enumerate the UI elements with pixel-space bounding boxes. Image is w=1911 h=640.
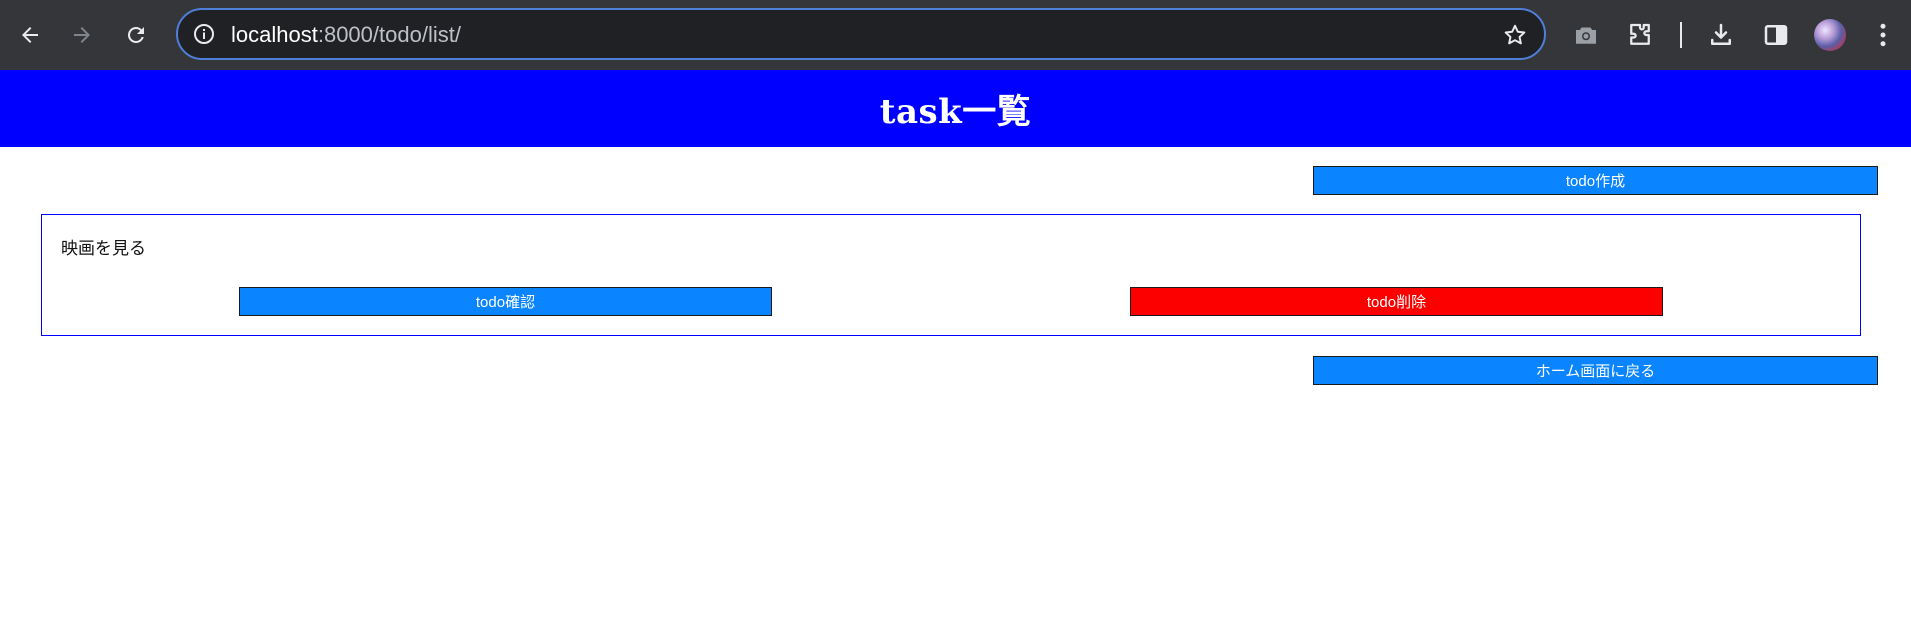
- bookmark-star-icon[interactable]: [1502, 22, 1528, 48]
- todo-delete-button[interactable]: todo削除: [1130, 287, 1663, 316]
- url-host: localhost: [231, 22, 318, 47]
- todo-title: 映画を見る: [61, 239, 146, 259]
- todo-detail-button[interactable]: todo確認: [239, 287, 772, 316]
- todo-card: 映画を見る todo確認 todo削除: [41, 214, 1861, 336]
- forward-button[interactable]: [62, 15, 102, 55]
- page-title: task一覧: [879, 92, 1032, 132]
- arrow-right-icon: [74, 27, 90, 43]
- menu-kebab-icon[interactable]: [1868, 20, 1898, 50]
- address-bar[interactable]: localhost:8000/todo/list/: [176, 8, 1546, 60]
- profile-avatar[interactable]: [1814, 19, 1846, 51]
- page-header: task一覧: [0, 70, 1911, 147]
- back-to-home-button[interactable]: ホーム画面に戻る: [1313, 356, 1878, 385]
- browser-toolbar: localhost:8000/todo/list/: [0, 0, 1911, 70]
- side-panel-icon[interactable]: [1761, 20, 1791, 50]
- url-text[interactable]: localhost:8000/todo/list/: [231, 22, 461, 48]
- arrow-left-icon: [22, 27, 38, 43]
- site-info-icon[interactable]: [192, 22, 216, 46]
- toolbar-divider: [1680, 22, 1682, 48]
- extensions-icon[interactable]: [1625, 20, 1655, 50]
- download-icon[interactable]: [1706, 20, 1736, 50]
- url-path: :8000/todo/list/: [317, 22, 461, 47]
- back-button[interactable]: [10, 15, 50, 55]
- reload-icon: [127, 26, 144, 43]
- create-todo-button[interactable]: todo作成: [1313, 166, 1878, 195]
- camera-icon[interactable]: [1571, 20, 1601, 50]
- reload-button[interactable]: [116, 15, 156, 55]
